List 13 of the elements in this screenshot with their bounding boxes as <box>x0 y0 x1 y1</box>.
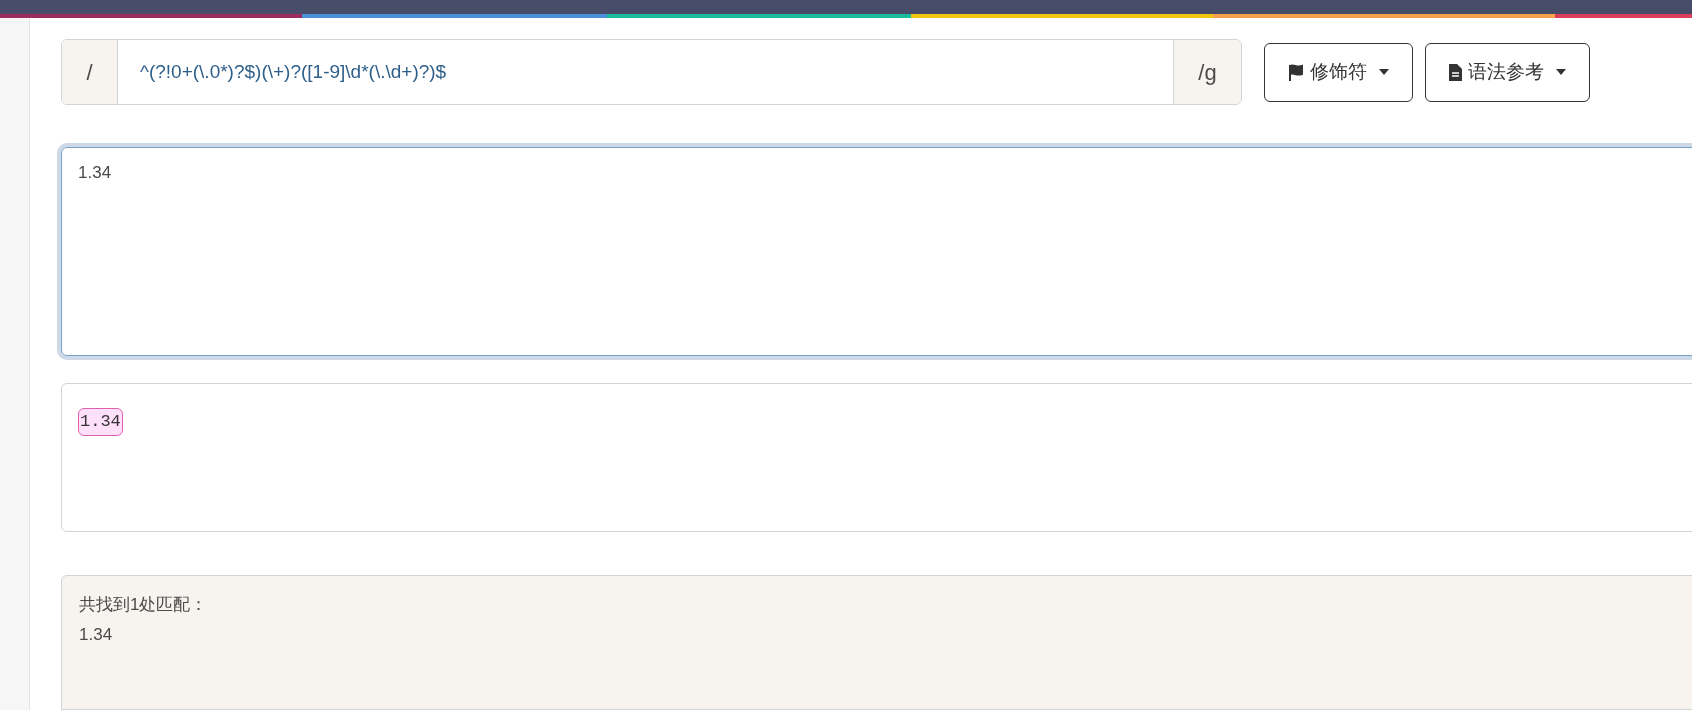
regex-prefix: / <box>62 40 118 104</box>
match-highlight: 1.34 <box>78 408 123 436</box>
caret-icon <box>1379 69 1389 75</box>
regex-field[interactable]: / ^(?!0+(\.0*)?$)(\+)?([1-9]\d*(\.\d+)?)$ /g <box>61 39 1242 105</box>
flag-icon <box>1288 63 1304 81</box>
match-summary: 共找到1处匹配： <box>79 594 208 616</box>
dropdown-button[interactable]: 修饰符 <box>1264 42 1413 102</box>
dropdown-button[interactable]: 语法参考 <box>1425 42 1590 102</box>
match-item: 1.34 <box>79 624 113 646</box>
document-icon <box>1449 63 1462 81</box>
regex-pattern: ^(?!0+(\.0*)?$)(\+)?([1-9]\d*(\.\d+)?)$ <box>139 59 448 84</box>
regex-flags: /g <box>1173 40 1241 104</box>
caret-icon <box>1556 69 1566 75</box>
